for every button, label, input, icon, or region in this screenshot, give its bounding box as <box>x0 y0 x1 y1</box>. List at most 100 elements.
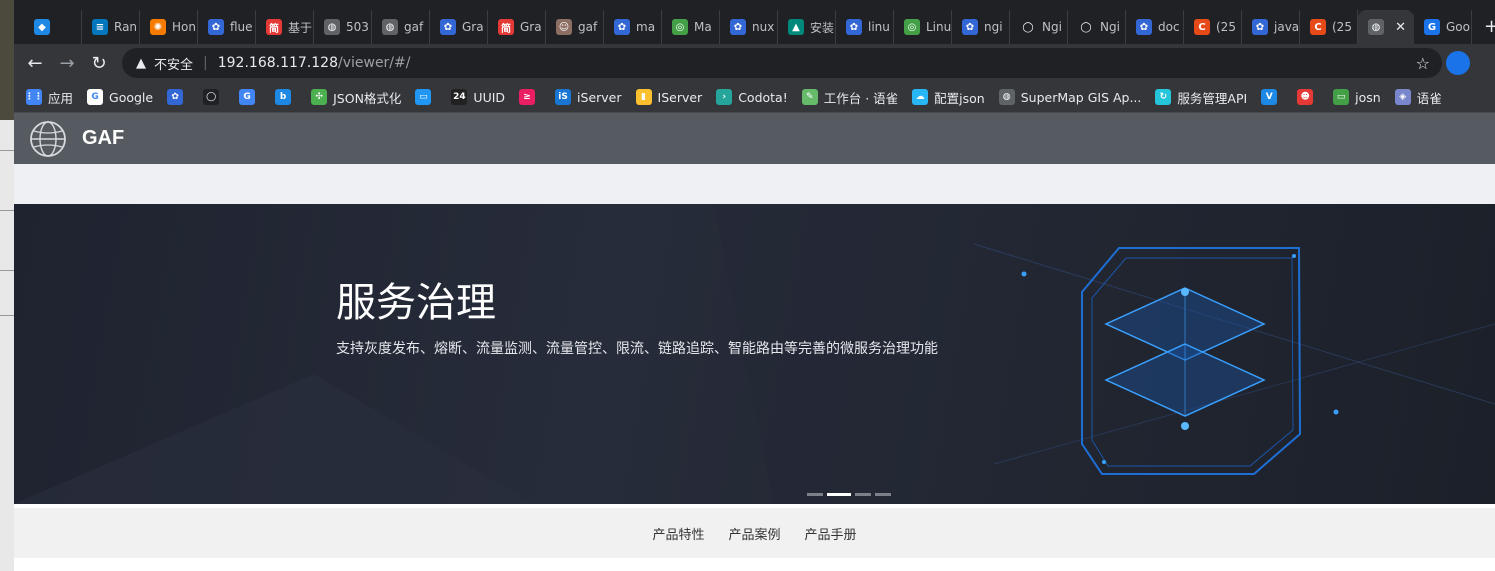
bookmark-item[interactable]: V <box>1261 89 1283 105</box>
tab-favicon-icon: ✿ <box>208 19 224 35</box>
carousel-dot[interactable] <box>855 493 871 496</box>
browser-tab[interactable]: ◍ ✕ <box>1358 10 1414 44</box>
tab-favicon-icon: ◯ <box>1078 19 1094 35</box>
bookmark-item[interactable]: b <box>275 89 297 105</box>
browser-tab[interactable]: C (25 <box>1300 10 1358 44</box>
browser-tab[interactable]: ✿ ngi <box>952 10 1010 44</box>
bookmark-item[interactable]: G Google <box>87 89 153 105</box>
browser-toolbar: ← → ↻ ▲ 不安全 | 192.168.117.128/viewer/#/ … <box>14 44 1495 82</box>
browser-tab[interactable]: ◍ gaf <box>372 10 430 44</box>
bookmark-item[interactable]: ✿ <box>167 89 189 105</box>
carousel-dot[interactable] <box>807 493 823 496</box>
browser-tab[interactable]: ◆ <box>24 10 82 44</box>
bookmark-item[interactable]: ◯ <box>203 89 225 105</box>
brand-name[interactable]: GAF <box>82 127 124 150</box>
browser-tab[interactable]: ✺ Hon <box>140 10 198 44</box>
bookmark-item[interactable]: ⋮⋮ 应用 <box>25 88 73 107</box>
bookmark-favicon-icon: ✣ <box>311 89 328 105</box>
bookmark-favicon-icon: ✎ <box>801 89 818 105</box>
bookmark-item[interactable]: ▭ <box>415 89 437 105</box>
bookmark-item[interactable]: ◍ SuperMap GIS Ap... <box>998 89 1141 105</box>
browser-tab[interactable]: G Goo <box>1414 10 1472 44</box>
tab-title: nux <box>752 20 775 34</box>
bookmark-favicon-icon: ☻ <box>1297 89 1314 105</box>
forward-button[interactable]: → <box>54 50 80 76</box>
bookmark-favicon-icon: ⋮⋮ <box>25 89 43 105</box>
browser-tab[interactable]: ✿ Gra <box>430 10 488 44</box>
carousel-dot[interactable] <box>875 493 891 496</box>
app-header: GAF <box>14 113 1495 164</box>
bookmark-favicon-icon: ▮ <box>635 89 652 105</box>
browser-tab[interactable]: ✿ nux <box>720 10 778 44</box>
bookmark-favicon-icon: ✿ <box>167 89 184 105</box>
extension-icon[interactable] <box>1446 51 1470 75</box>
bookmark-item[interactable]: ✎ 工作台 · 语雀 <box>801 88 898 107</box>
bookmark-item[interactable]: ◈ 语雀 <box>1394 88 1442 107</box>
browser-tab[interactable]: C (25 <box>1184 10 1242 44</box>
bookmark-star-icon[interactable]: ☆ <box>1416 54 1430 73</box>
browser-tab[interactable]: 简 Gra <box>488 10 546 44</box>
bookmark-label: iServer <box>577 89 622 105</box>
browser-tab[interactable]: ✿ flue <box>198 10 256 44</box>
url-host[interactable]: 192.168.117.128 <box>218 55 338 71</box>
bookmark-favicon-icon: b <box>275 89 292 105</box>
bookmark-favicon-icon: G <box>87 89 104 105</box>
tab-favicon-icon: G <box>1424 19 1440 35</box>
tab-favicon-icon: ✿ <box>440 19 456 35</box>
browser-tab[interactable]: ◎ Ma <box>662 10 720 44</box>
bookmark-item[interactable]: ☁ 配置json <box>912 88 985 107</box>
browser-tab[interactable]: ◯ Ngi <box>1010 10 1068 44</box>
bookmark-item[interactable]: ≥ <box>519 89 541 105</box>
tab-title: Hon <box>172 20 196 34</box>
tab-title: (25 <box>1216 20 1236 34</box>
bookmark-item[interactable]: ▮ IServer <box>635 89 702 105</box>
web-page: GAF 服务治理 支持灰度发布、熔断、流量监测、流量管控、限流、链路追踪、智能路… <box>14 113 1495 571</box>
close-tab-icon[interactable]: ✕ <box>1395 20 1406 35</box>
bookmark-item[interactable]: 24 UUID <box>451 89 505 105</box>
tab-title: doc <box>1158 20 1180 34</box>
footer-link[interactable]: 产品手册 <box>805 524 857 543</box>
tab-favicon-icon: ✿ <box>1136 19 1152 35</box>
tab-title: (25 <box>1332 20 1352 34</box>
browser-tab[interactable]: 简基于 <box>256 10 314 44</box>
product-links-bar: 产品特性 产品案例 产品手册 <box>14 508 1495 558</box>
tab-favicon-icon: C <box>1310 19 1326 35</box>
url-path[interactable]: /viewer/#/ <box>338 55 411 71</box>
tab-title: 安装 <box>810 20 835 35</box>
browser-tab[interactable]: ◎ Linu <box>894 10 952 44</box>
reload-button[interactable]: ↻ <box>86 50 112 76</box>
footer-link[interactable]: 产品特性 <box>652 524 704 543</box>
browser-tab[interactable]: ▲ 安装 <box>778 10 836 44</box>
browser-tab[interactable]: ✿ ma <box>604 10 662 44</box>
footer-link[interactable]: 产品案例 <box>728 524 780 543</box>
not-secure-label[interactable]: 不安全 <box>154 54 193 73</box>
browser-tab[interactable]: ◍ 503 <box>314 10 372 44</box>
bookmark-favicon-icon: ◈ <box>1394 89 1411 105</box>
browser-tab[interactable]: ≡ Ran <box>82 10 140 44</box>
tab-title: 基于 <box>288 20 313 35</box>
tab-title: Linu <box>926 20 952 34</box>
bookmark-item[interactable]: ↻ 服务管理API <box>1155 88 1247 107</box>
bookmark-item[interactable]: ✣ JSON格式化 <box>311 88 401 107</box>
globe-logo-icon[interactable] <box>29 120 67 158</box>
new-tab-button[interactable]: + <box>1484 16 1495 37</box>
bookmark-item[interactable]: iS iServer <box>555 89 622 105</box>
bookmark-item[interactable]: › Codota! <box>716 89 788 105</box>
browser-tab[interactable]: ☺ gaf <box>546 10 604 44</box>
hero-banner[interactable]: 服务治理 支持灰度发布、熔断、流量监测、流量管控、限流、链路追踪、智能路由等完善… <box>14 204 1495 504</box>
browser-tab[interactable]: ✿ java <box>1242 10 1300 44</box>
tab-favicon-icon: ◆ <box>34 19 50 35</box>
bookmark-item[interactable]: ▭ josn <box>1333 89 1381 105</box>
tab-title: gaf <box>578 20 598 34</box>
bookmark-favicon-icon: ◍ <box>998 89 1015 105</box>
address-bar[interactable]: ▲ 不安全 | 192.168.117.128/viewer/#/ ☆ <box>122 48 1442 78</box>
not-secure-icon[interactable]: ▲ <box>136 56 146 71</box>
browser-tab[interactable]: ✿ doc <box>1126 10 1184 44</box>
carousel-dot[interactable] <box>827 493 851 496</box>
browser-tab[interactable]: ◯ Ngi <box>1068 10 1126 44</box>
bookmark-item[interactable]: ☻ <box>1297 89 1319 105</box>
bookmark-item[interactable]: G <box>239 89 261 105</box>
browser-tab[interactable]: ✿ linu <box>836 10 894 44</box>
tab-favicon-icon: ✿ <box>730 19 746 35</box>
back-button[interactable]: ← <box>22 50 48 76</box>
